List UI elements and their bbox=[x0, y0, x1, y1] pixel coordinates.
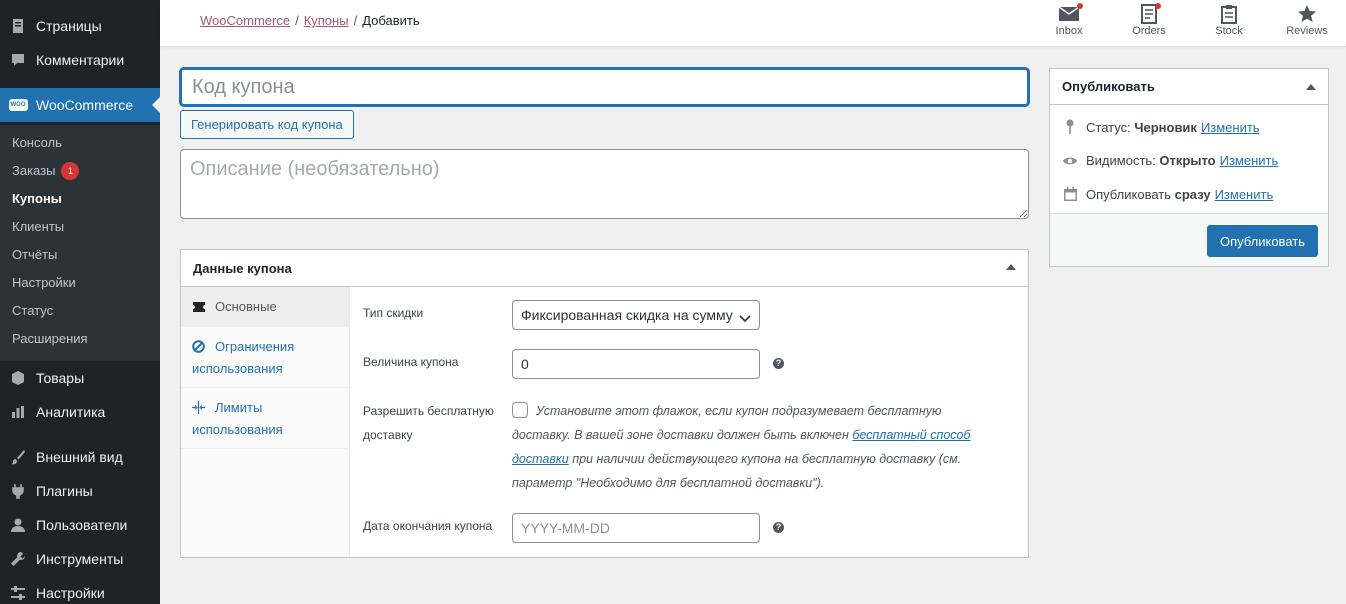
user-icon bbox=[8, 515, 28, 535]
expiry-date-input[interactable] bbox=[512, 513, 760, 543]
pin-icon bbox=[1062, 119, 1078, 135]
generate-coupon-code-button[interactable]: Генерировать код купона bbox=[180, 110, 354, 139]
publish-header[interactable]: Опубликовать bbox=[1050, 69, 1328, 105]
menu-item-tools[interactable]: Инструменты bbox=[0, 542, 160, 576]
activity-inbox[interactable]: Inbox bbox=[1039, 3, 1099, 43]
discount-type-select[interactable]: Фиксированная скидка на сумму bbox=[512, 300, 760, 330]
coupon-code-input[interactable] bbox=[180, 68, 1029, 106]
amount-help-icon[interactable]: ? bbox=[773, 358, 784, 369]
publish-box: Опубликовать Статус: Черновик Изменить Ви… bbox=[1049, 68, 1329, 267]
free-shipping-description: Установите этот флажок, если купон подра… bbox=[512, 404, 971, 490]
edit-visibility-link[interactable]: Изменить bbox=[1220, 153, 1279, 168]
menu-item-analytics[interactable]: Аналитика bbox=[0, 395, 160, 429]
comments-icon bbox=[8, 50, 28, 70]
menu-item-users[interactable]: Пользователи bbox=[0, 508, 160, 542]
menu-label: WooCommerce bbox=[36, 97, 133, 113]
coupon-data-header[interactable]: Данные купона bbox=[181, 250, 1028, 287]
activity-reviews[interactable]: Reviews bbox=[1277, 3, 1337, 43]
chevron-down-icon bbox=[739, 310, 751, 326]
coupon-data-tabs: Основные Ограничения использования Лимит… bbox=[181, 287, 350, 557]
publish-actions: Опубликовать bbox=[1050, 213, 1328, 266]
orders-unread-dot bbox=[1155, 3, 1161, 9]
activity-orders[interactable]: Orders bbox=[1119, 3, 1179, 43]
wrench-icon bbox=[8, 549, 28, 569]
tab-usage-restriction[interactable]: Ограничения использования bbox=[181, 327, 350, 388]
coupon-data-title: Данные купона bbox=[193, 260, 292, 276]
woocommerce-icon: WOO bbox=[8, 95, 28, 115]
submenu-item-console[interactable]: Консоль bbox=[12, 133, 62, 153]
menu-item-products[interactable]: Товары bbox=[0, 361, 160, 395]
stock-clipboard-icon bbox=[1220, 3, 1238, 25]
restriction-icon bbox=[192, 339, 208, 359]
expiry-help-icon[interactable]: ? bbox=[773, 522, 784, 533]
inbox-unread-dot bbox=[1077, 3, 1083, 9]
eye-icon bbox=[1062, 155, 1078, 167]
menu-item-settings[interactable]: Настройки bbox=[0, 576, 160, 604]
orders-count-badge: 1 bbox=[61, 162, 80, 180]
pages-icon bbox=[8, 16, 28, 36]
edit-schedule-link[interactable]: Изменить bbox=[1215, 187, 1274, 202]
menu-label: Комментарии bbox=[36, 52, 125, 68]
publish-title: Опубликовать bbox=[1062, 79, 1155, 94]
collapse-arrow-icon[interactable] bbox=[1006, 264, 1016, 270]
expiry-date-label: Дата окончания купона bbox=[363, 519, 493, 533]
ticket-icon bbox=[192, 299, 208, 319]
free-shipping-label: Разрешить бесплатную доставку bbox=[363, 404, 494, 442]
woocommerce-submenu: Консоль Заказы 1 Купоны Клиенты Отчёты На… bbox=[0, 125, 160, 361]
submenu-item-reports[interactable]: Отчёты bbox=[12, 245, 57, 265]
edit-status-link[interactable]: Изменить bbox=[1201, 120, 1260, 135]
breadcrumb-link-woocommerce[interactable]: WooCommerce bbox=[200, 13, 290, 28]
submenu-item-orders[interactable]: Заказы 1 bbox=[12, 161, 80, 181]
menu-item-plugins[interactable]: Плагины bbox=[0, 474, 160, 508]
inbox-icon bbox=[1058, 3, 1083, 25]
submenu-item-settings[interactable]: Настройки bbox=[12, 273, 76, 293]
submenu-item-status[interactable]: Статус bbox=[12, 301, 53, 321]
coupon-amount-input[interactable] bbox=[512, 349, 760, 379]
activity-stock[interactable]: Stock bbox=[1199, 3, 1259, 43]
woocommerce-header: WooCommerce / Купоны / Добавить Inbox Orders… bbox=[160, 0, 1346, 47]
publish-status-row: Статус: Черновик Изменить bbox=[1062, 119, 1260, 135]
settings-sliders-icon bbox=[8, 583, 28, 603]
admin-sidebar: Страницы Комментарии WOO WooCommerce Кон… bbox=[0, 0, 160, 604]
submenu-item-customers[interactable]: Клиенты bbox=[12, 217, 64, 237]
calendar-icon bbox=[1062, 187, 1078, 202]
menu-item-woocommerce[interactable]: WOO WooCommerce bbox=[0, 88, 160, 122]
publish-schedule-row: Опубликовать сразу Изменить bbox=[1062, 187, 1273, 202]
star-icon bbox=[1297, 3, 1317, 25]
discount-type-label: Тип скидки bbox=[363, 306, 424, 320]
paintbrush-icon bbox=[8, 447, 28, 467]
publish-button[interactable]: Опубликовать bbox=[1206, 225, 1318, 257]
coupon-description-textarea[interactable] bbox=[180, 149, 1029, 219]
menu-item-pages[interactable]: Страницы bbox=[0, 9, 160, 43]
analytics-bar-icon bbox=[8, 402, 28, 422]
menu-item-comments[interactable]: Комментарии bbox=[0, 43, 160, 77]
menu-label: Страницы bbox=[36, 18, 102, 34]
breadcrumb-current: Добавить bbox=[362, 13, 420, 28]
collapse-arrow-icon[interactable] bbox=[1306, 84, 1316, 90]
breadcrumb: WooCommerce / Купоны / Добавить bbox=[200, 13, 420, 28]
menu-item-appearance[interactable]: Внешний вид bbox=[0, 440, 160, 474]
products-box-icon bbox=[8, 368, 28, 388]
coupon-amount-label: Величина купона bbox=[363, 355, 459, 369]
limits-icon bbox=[192, 400, 208, 420]
orders-icon bbox=[1140, 3, 1161, 25]
breadcrumb-link-coupons[interactable]: Купоны bbox=[304, 13, 349, 28]
plugin-icon bbox=[8, 481, 28, 501]
publish-visibility-row: Видимость: Открыто Изменить bbox=[1062, 153, 1278, 168]
submenu-item-extensions[interactable]: Расширения bbox=[12, 329, 88, 349]
tab-usage-limits[interactable]: Лимиты использования bbox=[181, 388, 350, 449]
submenu-item-coupons[interactable]: Купоны bbox=[12, 189, 62, 209]
tab-general[interactable]: Основные bbox=[181, 287, 350, 327]
